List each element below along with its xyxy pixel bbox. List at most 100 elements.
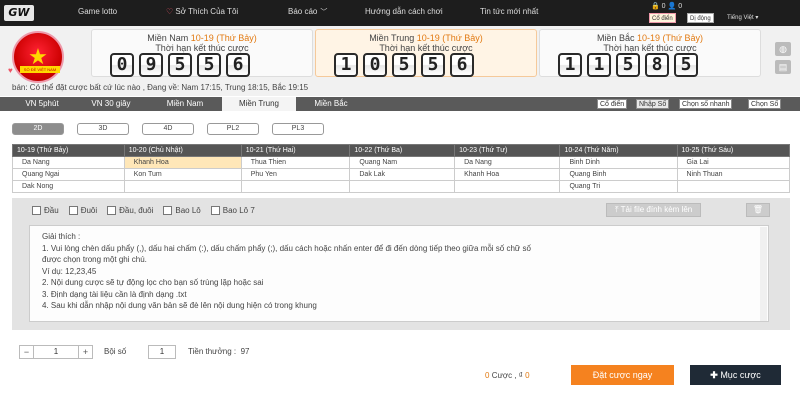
chevron-down-icon: ▾	[753, 15, 759, 21]
table-cell[interactable]: Quang Tri	[559, 180, 678, 193]
checkbox-dau[interactable]: Đầu	[32, 206, 59, 215]
view-select-button[interactable]: Chọn Số	[748, 99, 782, 109]
table-row: Quang Ngai Kon Tum Phu Yen Dak Lak Khanh…	[12, 168, 790, 181]
tab-pl3[interactable]: PL3	[272, 123, 324, 135]
upload-file-button[interactable]: ⤒ Tải file đính kèm lên	[606, 203, 702, 217]
schedule-table: 10-19 (Thứ Bảy) 10-20 (Chủ Nhật) 10-21 (…	[12, 144, 790, 193]
bet-summary: 0 Cược , ₫ 0	[485, 371, 530, 380]
view-quick-button[interactable]: Chọn số nhanh	[679, 99, 733, 109]
countdown-digits: 0 9 5 5 6	[110, 53, 250, 77]
checkbox-bao-lo-7[interactable]: Bao Lô 7	[210, 206, 255, 215]
table-cell[interactable]: Dak Nong	[12, 180, 125, 193]
table-cell[interactable]: Kon Tum	[123, 168, 242, 181]
table-cell	[123, 180, 242, 193]
digit: 1	[334, 53, 358, 77]
nav-game-lotto[interactable]: Game lotto	[78, 7, 117, 16]
table-header-row: 10-19 (Thứ Bảy) 10-20 (Chủ Nhật) 10-21 (…	[12, 144, 790, 157]
brand-logo[interactable]: GW	[4, 5, 34, 21]
checkbox-bao-lo[interactable]: Bao Lô	[163, 206, 201, 215]
mode-new-button[interactable]: Dị động	[687, 13, 714, 23]
tab-4d[interactable]: 4D	[142, 123, 194, 135]
instruction-line: 1. Vui lòng chèn dấu phẩy (,), dấu hai c…	[42, 243, 531, 253]
globe-icon[interactable]: ◍	[775, 42, 791, 56]
table-cell	[240, 180, 351, 193]
position-checkboxes: Đầu Đuôi Đầu, đuôi Bao Lô Bao Lô 7	[32, 206, 255, 215]
avatar[interactable]: ★ SỔ ĐỀ VIỆT NAM	[12, 31, 64, 83]
tab-vn-30s[interactable]: VN 30 giây	[76, 97, 146, 111]
increment-button[interactable]: +	[78, 345, 93, 359]
table-cell[interactable]: Dak Lak	[349, 168, 456, 181]
panel-subtitle: Thời hạn kết thúc cược	[379, 43, 473, 53]
table-cell[interactable]: Quang Ngai	[12, 168, 125, 181]
multiplier-input[interactable]: 1	[148, 345, 176, 359]
table-cell[interactable]: Phu Yen	[240, 168, 351, 181]
view-input-button[interactable]: Nhập Số	[636, 99, 670, 109]
instruction-line: 2. Nội dung cược sẽ tự động lọc cho bạn …	[42, 278, 264, 287]
digit: 5	[421, 53, 445, 77]
number-textarea[interactable]: Giải thích : 1. Vui lòng chèn dấu phẩy (…	[29, 225, 769, 322]
multiplier-label: Bội số	[104, 347, 127, 356]
panel-title: Miền Bắc 10-19 (Thứ Bảy)	[596, 33, 704, 43]
plus-icon: ✚	[710, 370, 718, 380]
column-header: 10-24 (Thứ Năm)	[559, 144, 678, 157]
column-header: 10-22 (Thứ Ba)	[349, 144, 456, 157]
bet-type-tabs: 2D 3D 4D PL2 PL3	[12, 123, 324, 135]
tab-pl2[interactable]: PL2	[207, 123, 259, 135]
tab-south[interactable]: Miền Nam	[152, 97, 218, 111]
tab-2d[interactable]: 2D	[12, 123, 64, 135]
nav-reports[interactable]: Báo cáo ﹀	[288, 7, 327, 17]
instruction-line: Ví dụ: 12,23,45	[42, 266, 97, 276]
digit: 5	[168, 53, 192, 77]
tab-north[interactable]: Miền Bắc	[300, 97, 362, 111]
clear-button[interactable]: 🗑	[746, 203, 770, 217]
table-row: Dak Nong Quang Tri	[12, 180, 790, 193]
view-classic-button[interactable]: Cổ điển	[597, 99, 628, 109]
heart-icon[interactable]: ♥	[8, 66, 13, 75]
table-cell[interactable]: Ninh Thuan	[676, 168, 790, 181]
digit: 8	[645, 53, 669, 77]
bet-amount: 0	[525, 371, 530, 380]
nav-favorites[interactable]: ♡ Sở Thích Của Tôi	[166, 7, 238, 16]
language-select[interactable]: Tiếng Việt ▾	[725, 13, 793, 23]
digit: 5	[392, 53, 416, 77]
place-bet-button[interactable]: Đặt cược ngay	[571, 365, 674, 385]
table-cell	[454, 180, 561, 193]
checkbox-dau-duoi[interactable]: Đầu, đuôi	[107, 206, 153, 215]
quantity-stepper: − 1 +	[19, 345, 93, 359]
side-icons: ◍ ▤	[775, 42, 791, 78]
checkbox-duoi[interactable]: Đuôi	[68, 206, 97, 215]
digit: 9	[139, 53, 163, 77]
mode-classic-button[interactable]: Cổ điển	[649, 13, 676, 23]
tab-central[interactable]: Miền Trung	[222, 97, 296, 111]
table-cell[interactable]: Da Nang	[454, 156, 561, 169]
tab-vn-5min[interactable]: VN 5phút	[12, 97, 72, 111]
prize-info: Tiền thưởng : 97	[188, 347, 250, 356]
nav-guide[interactable]: Hướng dẫn cách chơi	[365, 7, 443, 16]
checkbox-icon	[107, 206, 117, 215]
document-icon[interactable]: ▤	[775, 60, 791, 74]
column-header: 10-19 (Thứ Bảy)	[12, 144, 125, 157]
table-cell-selected[interactable]: Khanh Hoa	[123, 156, 242, 169]
tab-3d[interactable]: 3D	[77, 123, 129, 135]
table-cell[interactable]: Khanh Hoa	[454, 168, 561, 181]
table-cell[interactable]: Binh Dinh	[559, 156, 678, 169]
decrement-button[interactable]: −	[19, 345, 34, 359]
digit: 5	[197, 53, 221, 77]
number-input-panel: Đầu Đuôi Đầu, đuôi Bao Lô Bao Lô 7 ⤒ Tải…	[12, 198, 790, 330]
account-panel: 🔒 0 👤 0 Cổ điển Dị động Tiếng Việt ▾	[649, 2, 794, 24]
quantity-input[interactable]: 1	[34, 345, 78, 359]
digit: 6	[226, 53, 250, 77]
table-cell[interactable]: Gia Lai	[676, 156, 790, 169]
table-cell[interactable]: Thua Thien	[240, 156, 351, 169]
checkbox-icon	[210, 206, 220, 215]
table-cell[interactable]: Quang Binh	[559, 168, 678, 181]
table-cell[interactable]: Da Nang	[12, 156, 125, 169]
panel-title: Miền Trung 10-19 (Thứ Bảy)	[369, 33, 483, 43]
instruction-line: 3. Định dạng tài liệu cần là định dạng .…	[42, 289, 187, 299]
add-bet-item-button[interactable]: ✚ Mục cược	[690, 365, 781, 385]
digit: 6	[450, 53, 474, 77]
scrollbar[interactable]	[760, 227, 767, 321]
avatar-ribbon: SỔ ĐỀ VIỆT NAM	[20, 66, 60, 73]
table-cell[interactable]: Quang Nam	[349, 156, 456, 169]
nav-news[interactable]: Tin tức mới nhất	[480, 7, 538, 16]
